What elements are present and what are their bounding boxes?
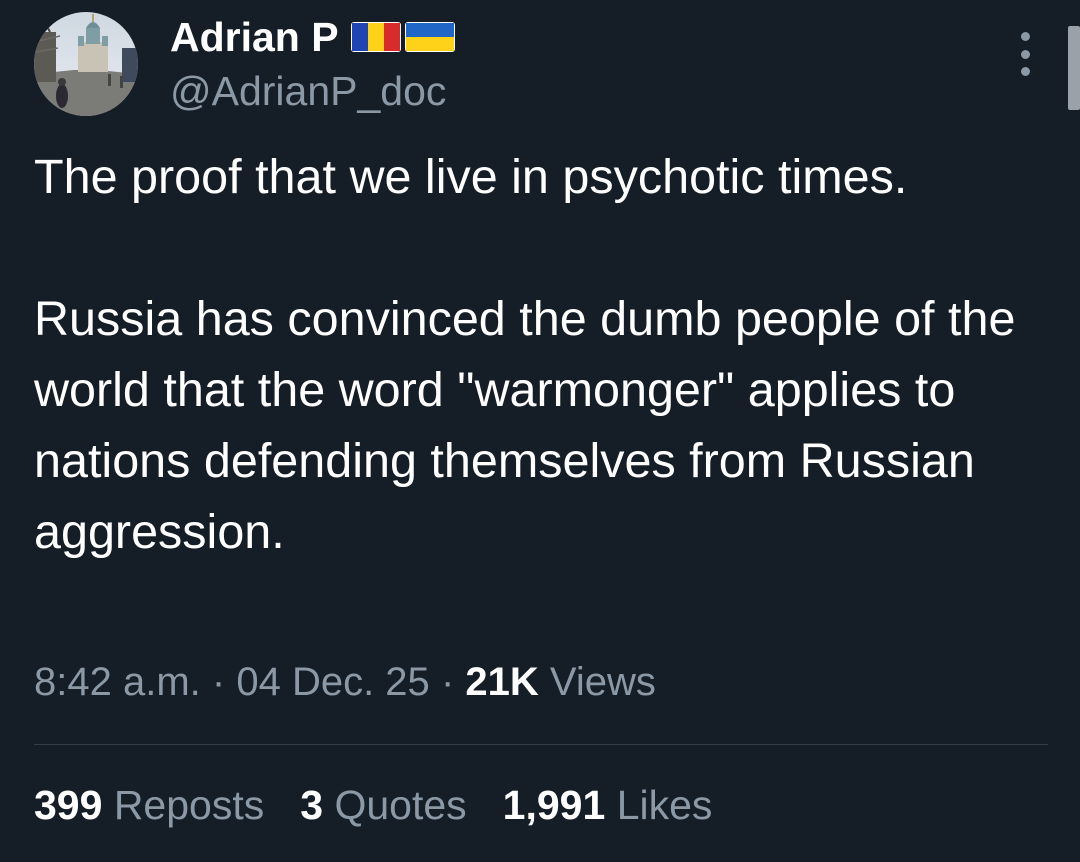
reposts-stat[interactable]: 399 Reposts [34,782,264,829]
flag-ukraine-icon [404,22,455,52]
more-options-icon[interactable] [1010,32,1040,76]
user-handle[interactable]: @AdrianP_doc [170,68,446,115]
views-label: Views [549,660,656,704]
more-dot [1020,49,1030,59]
scrollbar[interactable] [1068,26,1080,110]
views[interactable]: 21K Views [465,660,656,704]
tweet-paragraph: The proof that we live in psychotic time… [34,150,908,204]
display-name[interactable]: Adrian P [170,12,455,62]
flag-romania-icon [350,22,401,52]
likes-stat[interactable]: 1,991 Likes [503,782,713,829]
quotes-count: 3 [300,782,324,828]
tweet-metadata: 8:42 a.m. · 04 Dec. 25 · 21K Views [34,660,656,705]
tweet-paragraph: Russia has convinced the dumb people of … [34,292,1016,559]
flag-emojis [350,22,455,52]
display-name-text: Adrian P [170,13,339,60]
tweet-date[interactable]: 04 Dec. 25 [236,660,429,704]
quotes-label: Quotes [334,782,467,828]
avatar[interactable] [34,12,138,116]
separator: · [440,660,455,704]
divider [34,744,1048,745]
reposts-count: 399 [34,782,103,828]
more-dot [1020,32,1030,41]
likes-label: Likes [616,782,713,828]
tweet-text: The proof that we live in psychotic time… [34,142,1064,568]
avatar-photo [34,12,138,116]
tweet-time[interactable]: 8:42 a.m. [34,660,201,704]
more-dot [1020,67,1030,76]
separator: · [211,660,226,704]
engagement-stats: 399 Reposts 3 Quotes 1,991 Likes [34,782,712,829]
likes-count: 1,991 [502,782,606,828]
views-count: 21K [465,660,539,704]
reposts-label: Reposts [113,782,265,828]
quotes-stat[interactable]: 3 Quotes [300,782,466,829]
